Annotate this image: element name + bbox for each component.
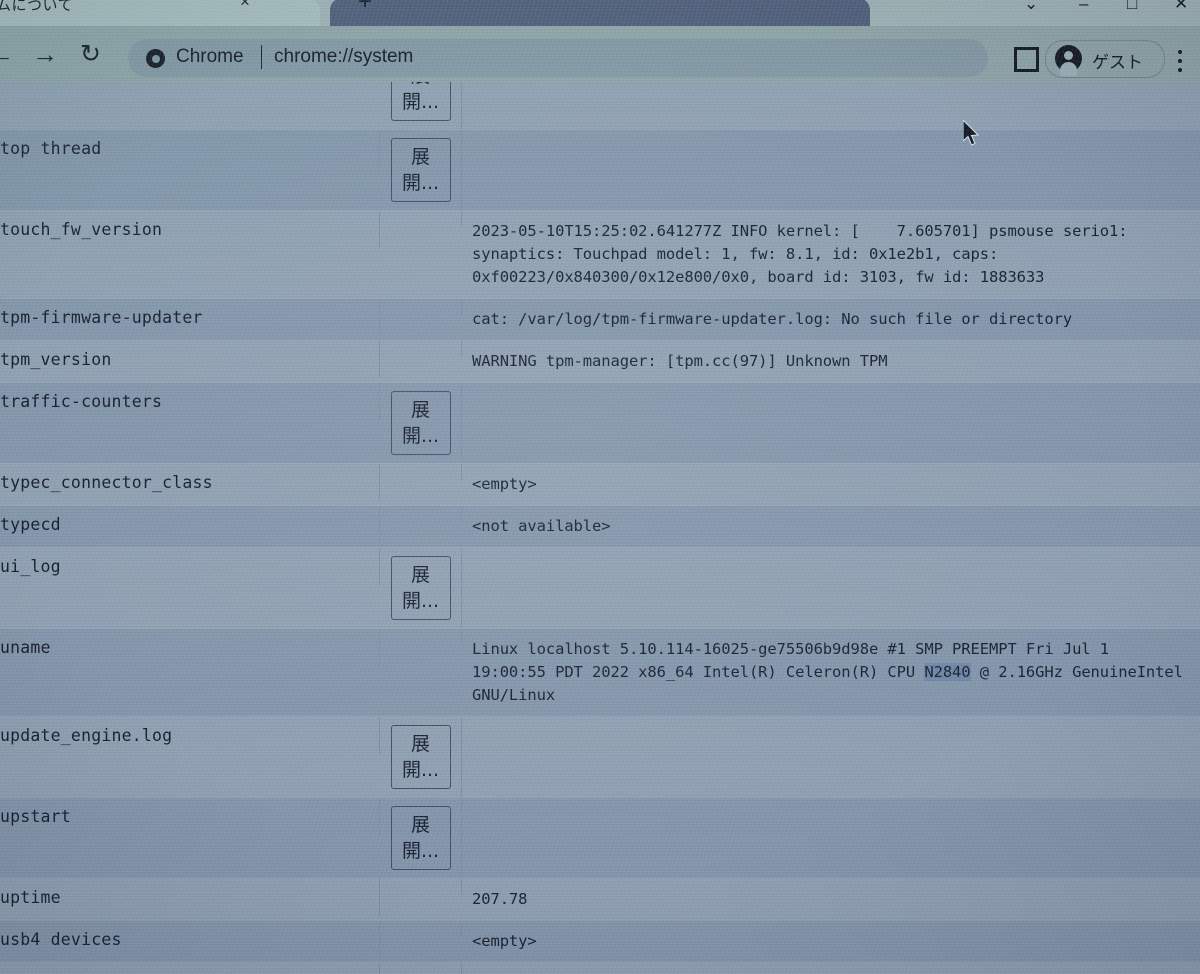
- browser-toolbar: ← → ↻ Chrome chrome://system ゲスト: [0, 26, 1200, 82]
- table-row: ui_log 展開...: [0, 547, 1200, 628]
- row-key-label: upstart: [0, 798, 380, 835]
- expand-button[interactable]: 展開...: [390, 138, 451, 202]
- tab-strip: システムについて × + ⌄ – □ ✕: [0, 0, 1200, 28]
- selected-text: N2840: [924, 663, 971, 681]
- row-expand-cell: 展開...: [380, 548, 462, 628]
- plus-icon: +: [358, 0, 373, 15]
- table-row: traffic-counters 展開...: [0, 382, 1200, 463]
- more-menu-icon[interactable]: [1178, 50, 1182, 77]
- expand-button[interactable]: 展開...: [390, 806, 451, 870]
- expand-button[interactable]: 展開...: [390, 391, 451, 455]
- row-expand-cell: [380, 211, 462, 227]
- row-expand-cell: 展開...: [380, 717, 462, 797]
- row-expand-cell: [380, 506, 462, 522]
- table-row: usb4 devices <empty>: [0, 920, 1200, 962]
- row-key-label: traffic-counters: [0, 383, 380, 420]
- row-value-text: [462, 130, 1200, 148]
- row-expand-cell: [380, 299, 462, 315]
- profile-label: ゲスト: [1092, 53, 1143, 72]
- row-value-text: [462, 717, 1200, 735]
- expand-button[interactable]: 展開...: [390, 725, 451, 789]
- new-tab-button[interactable]: +: [330, 0, 870, 28]
- row-value-text: 2023-05-10T15:25:02.641277Z INFO kernel:…: [472, 222, 1137, 286]
- row-expand-cell: [380, 879, 462, 895]
- row-value-text: [462, 548, 1200, 566]
- minimize-icon[interactable]: –: [1079, 0, 1088, 14]
- omnibox-separator: [261, 45, 262, 69]
- row-value-text: --- Daemon store --- --- User directory …: [462, 963, 1200, 974]
- reload-icon[interactable]: ↻: [80, 40, 101, 68]
- row-key-label: typec_connector_class: [0, 464, 380, 501]
- row-expand-cell: [380, 963, 462, 974]
- omnibox-url-text: chrome://system: [274, 46, 414, 67]
- row-expand-cell: [380, 341, 462, 357]
- avatar: [1055, 45, 1082, 76]
- row-value-text: 207.78: [472, 890, 528, 908]
- row-key-label: typecd: [0, 506, 380, 543]
- table-row: typecd <not available>: [0, 505, 1200, 547]
- row-key-label: ui_log: [0, 548, 380, 585]
- row-key-label: uname: [0, 629, 380, 666]
- row-value-text: [462, 798, 1200, 816]
- system-info-table: 展開... top thread 展開... touch_fw_version 2023…: [0, 82, 1200, 974]
- chrome-logo-icon: [146, 49, 165, 68]
- table-row: tpm-firmware-updater cat: /var/log/tpm-fi…: [0, 298, 1200, 340]
- row-key-label: usb4 devices: [0, 921, 380, 958]
- window-close-icon[interactable]: ✕: [1174, 0, 1188, 14]
- row-value-text: cat: /var/log/tpm-firmware-updater.log: …: [472, 310, 1073, 328]
- side-panel-icon[interactable]: [1014, 47, 1039, 72]
- row-expand-cell: [380, 464, 462, 480]
- table-row: user_folder_size_dump --- Daemon store --…: [0, 962, 1200, 974]
- table-row: tpm_version WARNING tpm-manager: [tpm.cc(…: [0, 340, 1200, 382]
- row-expand-cell: [380, 921, 462, 937]
- back-icon[interactable]: ←: [0, 40, 14, 68]
- row-value-text: <not available>: [472, 517, 611, 535]
- table-row: update_engine.log 展開...: [0, 716, 1200, 797]
- table-row: 展開...: [0, 82, 1200, 129]
- row-key-label: tpm_version: [0, 341, 380, 378]
- row-key-label: uptime: [0, 879, 380, 916]
- expand-button[interactable]: 展開...: [390, 556, 451, 620]
- row-key-label: top thread: [0, 130, 380, 167]
- table-row: typec_connector_class <empty>: [0, 463, 1200, 505]
- table-row: touch_fw_version 2023-05-10T15:25:02.6412…: [0, 210, 1200, 298]
- row-value-text: Linux localhost 5.10.114-16025-ge75506b9…: [472, 640, 1193, 704]
- row-expand-cell: 展開...: [380, 798, 462, 878]
- row-expand-cell: 展開...: [380, 383, 462, 463]
- table-row: top thread 展開...: [0, 129, 1200, 210]
- maximize-icon[interactable]: □: [1127, 0, 1137, 14]
- row-expand-cell: [380, 629, 462, 645]
- expand-button[interactable]: 展開...: [390, 82, 451, 121]
- window-controls: ⌄ – □ ✕: [994, 0, 1194, 20]
- omnibox-chip-label: Chrome: [176, 46, 244, 67]
- row-key-label: touch_fw_version: [0, 211, 380, 248]
- row-value-text: WARNING tpm-manager: [tpm.cc(97)] Unknow…: [472, 352, 888, 370]
- tab-title: システムについて: [0, 0, 74, 14]
- row-key-label: user_folder_size_dump: [0, 963, 380, 974]
- table-row: uptime 207.78: [0, 878, 1200, 920]
- system-info-page: 展開... top thread 展開... touch_fw_version 2023…: [0, 82, 1200, 974]
- row-value-text: [462, 383, 1200, 401]
- row-expand-cell: 展開...: [380, 130, 462, 210]
- table-row: uname Linux localhost 5.10.114-16025-ge75…: [0, 628, 1200, 716]
- photographed-screen: システムについて × + ⌄ – □ ✕ ← → ↻ Chrome chrome…: [0, 0, 1200, 974]
- address-bar[interactable]: Chrome chrome://system: [128, 39, 988, 77]
- row-value-text: <empty>: [472, 475, 537, 493]
- table-row: upstart 展開...: [0, 797, 1200, 878]
- forward-icon[interactable]: →: [32, 40, 58, 68]
- row-key-label: tpm-firmware-updater: [0, 299, 380, 336]
- tab-close-icon[interactable]: ×: [240, 0, 250, 12]
- row-key-label: update_engine.log: [0, 717, 380, 754]
- profile-chip[interactable]: ゲスト: [1045, 40, 1165, 78]
- row-value-text: <empty>: [472, 932, 537, 950]
- browser-tab-active[interactable]: システムについて ×: [0, 0, 320, 26]
- chevron-down-icon[interactable]: ⌄: [1024, 0, 1038, 14]
- row-expand-cell: 展開...: [380, 82, 462, 129]
